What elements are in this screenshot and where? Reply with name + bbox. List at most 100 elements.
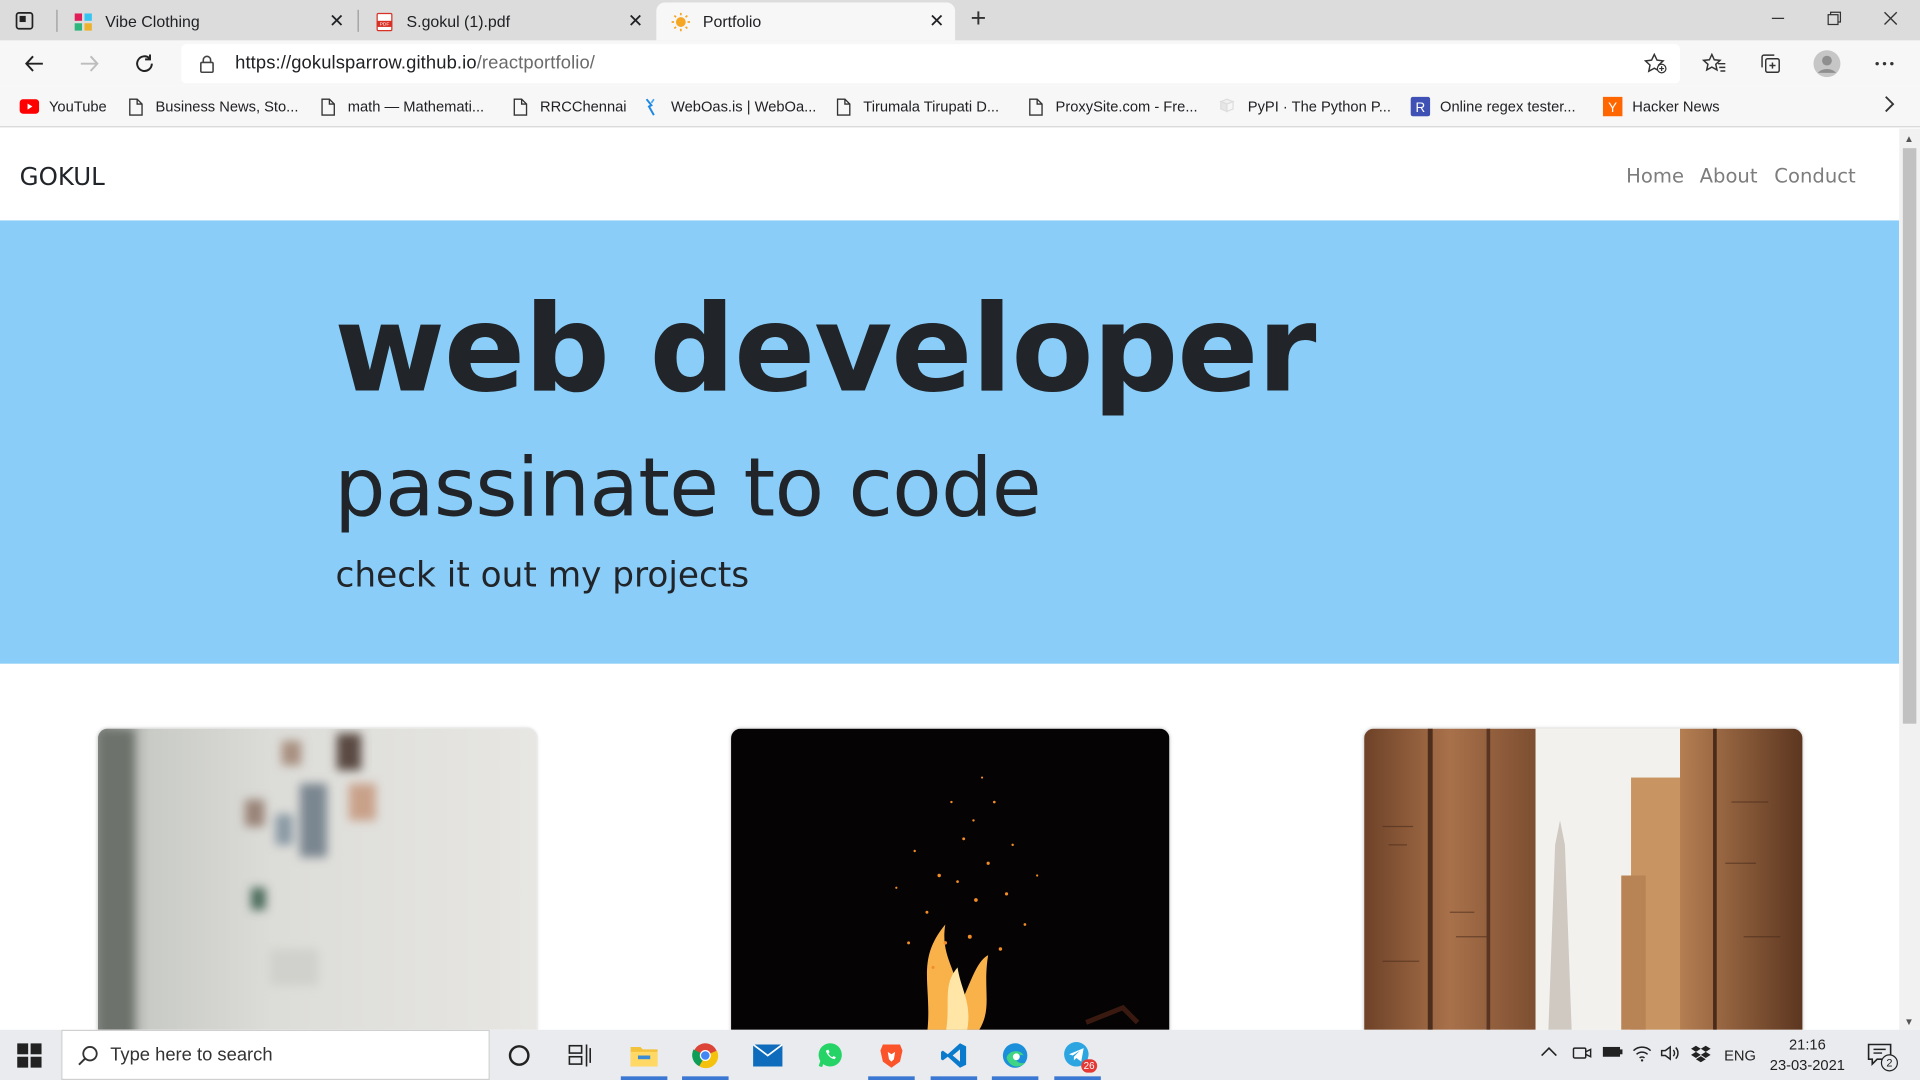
bookmark-label: Online regex tester... (1440, 97, 1576, 116)
lock-icon[interactable] (198, 54, 215, 74)
edge-browser-icon[interactable] (989, 1030, 1040, 1080)
bookmark-weboasis[interactable]: WebOas.is | WebOa... (642, 94, 817, 118)
forward-arrow-icon[interactable] (75, 49, 104, 78)
tab-portfolio[interactable]: Portfolio ✕ (656, 2, 956, 41)
search-icon (78, 1046, 98, 1066)
refresh-icon[interactable] (130, 49, 159, 78)
tab-actions-icon[interactable] (12, 9, 36, 33)
meet-now-icon[interactable] (1572, 1044, 1592, 1065)
close-tab-icon[interactable]: ✕ (926, 10, 948, 32)
tab-title: Vibe Clothing (105, 12, 200, 31)
svg-text:PDF: PDF (380, 21, 390, 27)
bookmark-regex-tester[interactable]: R Online regex tester... (1410, 94, 1576, 118)
scroll-down-arrow-icon[interactable]: ▼ (1904, 1016, 1914, 1027)
bookmark-hacker-news[interactable]: Y Hacker News (1602, 94, 1720, 118)
minimize-window-icon[interactable] (1763, 5, 1792, 32)
site-brand[interactable]: GOKUL (20, 162, 105, 191)
hero-tagline: check it out my projects (335, 554, 750, 596)
new-tab-button[interactable]: + (965, 2, 992, 33)
dropbox-icon[interactable] (1690, 1044, 1712, 1067)
bookmark-label: WebOas.is | WebOa... (671, 97, 817, 116)
vscode-icon[interactable] (928, 1030, 979, 1080)
bookmark-proxysite[interactable]: ProxySite.com - Fre... (1026, 94, 1198, 118)
url-text[interactable]: https://gokulsparrow.github.io/reactport… (235, 53, 595, 74)
hero-section: web developer passinate to code check it… (0, 220, 1900, 664)
windows-taskbar: Type here to search 26 ENG 21:16 23-03-2… (0, 1029, 1920, 1080)
file-explorer-icon[interactable] (618, 1030, 669, 1080)
back-arrow-icon[interactable] (20, 49, 49, 78)
tab-title: Portfolio (702, 12, 762, 31)
bookmark-label: Tirumala Tirupati D... (863, 97, 1000, 116)
url-path: /reactportfolio/ (476, 52, 596, 74)
battery-icon[interactable] (1602, 1044, 1624, 1062)
regex-r-icon: R (1410, 96, 1431, 117)
active-indicator (868, 1076, 915, 1080)
collections-icon[interactable] (1756, 49, 1785, 78)
notifications-icon[interactable]: 2 (1867, 1042, 1898, 1072)
bookmark-business-news[interactable]: Business News, Sto... (126, 94, 298, 118)
tab-separator (357, 9, 359, 32)
taskbar-search-box[interactable]: Type here to search (61, 1029, 490, 1080)
bookmark-math[interactable]: math — Mathemati... (318, 94, 484, 118)
workspace-photo-image (97, 728, 537, 1030)
nav-link-about[interactable]: About (1700, 164, 1758, 187)
scrollbar-thumb[interactable] (1902, 148, 1917, 724)
hacker-news-y-icon: Y (1602, 96, 1623, 117)
more-options-icon[interactable] (1870, 49, 1899, 78)
page-icon (126, 97, 146, 117)
project-card-temple[interactable] (1364, 728, 1803, 1030)
add-favorite-star-icon[interactable] (1643, 52, 1667, 75)
bookmark-label: RRCChennai (540, 97, 627, 116)
tab-separator (56, 9, 58, 32)
volume-icon[interactable] (1660, 1044, 1680, 1065)
active-indicator (930, 1076, 978, 1080)
show-hidden-icons-chevron-icon[interactable] (1540, 1044, 1557, 1061)
active-indicator (1054, 1076, 1101, 1080)
page-icon (834, 97, 854, 117)
bookmark-label: ProxySite.com - Fre... (1055, 97, 1198, 116)
language-indicator[interactable]: ENG (1724, 1047, 1756, 1064)
pdf-file-icon: PDF (376, 12, 393, 31)
project-card-fire[interactable] (731, 728, 1170, 1030)
active-indicator (682, 1076, 729, 1080)
favorites-icon[interactable] (1700, 49, 1729, 78)
chrome-icon[interactable] (680, 1030, 731, 1080)
close-tab-icon[interactable]: ✕ (624, 10, 646, 32)
scroll-up-arrow-icon[interactable]: ▲ (1904, 133, 1914, 144)
bookmarks-overflow-chevron-icon[interactable] (1883, 96, 1895, 119)
tab-title: S.gokul (1).pdf (406, 12, 511, 31)
tab-strip: Vibe Clothing ✕ PDF S.gokul (1).pdf ✕ Po… (0, 0, 1920, 41)
brave-browser-icon[interactable] (866, 1030, 917, 1080)
cortana-icon[interactable] (493, 1030, 544, 1080)
close-tab-icon[interactable]: ✕ (326, 10, 348, 32)
fire-sparks-photo-image (731, 728, 1170, 1030)
tab-pdf[interactable]: PDF S.gokul (1).pdf ✕ (360, 2, 654, 40)
whatsapp-icon[interactable] (804, 1030, 855, 1080)
site-navbar: GOKUL Home About Conduct (0, 128, 1900, 221)
bookmark-label: PyPI · The Python P... (1247, 97, 1391, 116)
profile-avatar-icon[interactable] (1812, 49, 1841, 78)
close-window-icon[interactable] (1876, 5, 1905, 32)
address-bar[interactable]: https://gokulsparrow.github.io/reactport… (181, 44, 1681, 84)
search-placeholder: Type here to search (110, 1044, 273, 1066)
telegram-icon[interactable]: 26 (1052, 1030, 1103, 1080)
bookmark-youtube[interactable]: YouTube (19, 94, 107, 118)
nav-link-conduct[interactable]: Conduct (1774, 164, 1855, 187)
wifi-icon[interactable] (1632, 1044, 1652, 1065)
svg-text:R: R (1416, 100, 1426, 115)
task-view-icon[interactable] (555, 1030, 606, 1080)
bookmark-rrcchennai[interactable]: RRCChennai (511, 94, 627, 118)
bookmark-pypi[interactable]: PyPI · The Python P... (1218, 94, 1391, 118)
clock-date: 23-03-2021 (1769, 1056, 1845, 1074)
weboasis-icon (642, 97, 662, 117)
system-clock[interactable]: 21:16 23-03-2021 (1758, 1035, 1856, 1077)
project-card-workspace[interactable] (97, 728, 537, 1030)
restore-window-icon[interactable] (1820, 5, 1849, 32)
windows-start-icon[interactable] (17, 1043, 42, 1074)
page-scrollbar[interactable]: ▲ ▼ (1899, 128, 1920, 1030)
pypi-icon (1218, 97, 1238, 117)
mail-icon[interactable] (742, 1030, 793, 1080)
bookmark-tirumala[interactable]: Tirumala Tirupati D... (834, 94, 999, 118)
nav-link-home[interactable]: Home (1626, 164, 1684, 187)
tab-vibe-clothing[interactable]: Vibe Clothing ✕ (59, 2, 355, 40)
